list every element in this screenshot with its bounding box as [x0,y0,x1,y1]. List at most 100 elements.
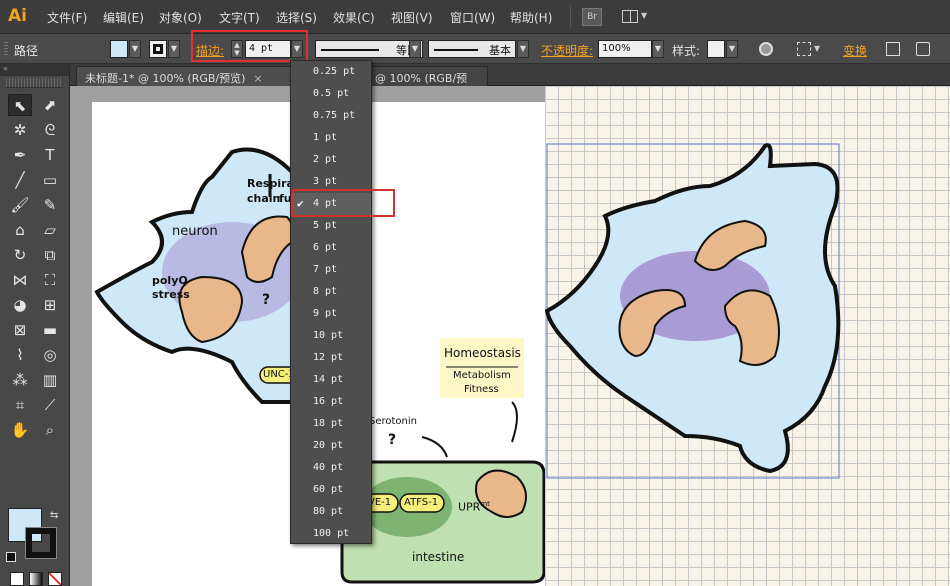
column-graph-tool-icon[interactable]: ▥ [38,369,62,391]
stroke-option-100[interactable]: 100 pt [291,523,371,545]
fill-swatch[interactable] [110,40,128,58]
close-icon[interactable]: × [253,72,262,85]
pixel-grid-view[interactable] [544,86,950,586]
swap-colors-icon[interactable]: ⇆ [50,510,58,521]
direct-selection-tool-icon[interactable]: ⬈ [38,94,62,116]
scale-tool-icon[interactable]: ⧉ [38,244,62,266]
symbol-sprayer-tool-icon[interactable]: ⁂ [8,369,32,391]
canvas[interactable]: Respira chain fu neuron polyQ stress UNC… [70,86,950,586]
eyedropper-tool-icon[interactable]: ⌇ [8,344,32,366]
stroke-option-0-75[interactable]: 0.75 pt [291,105,371,127]
stroke-option-8[interactable]: 8 pt [291,281,371,303]
menu-bar: Ai 文件(F) 编辑(E) 对象(O) 文字(T) 选择(S) 效果(C) 视… [0,0,950,34]
blend-tool-icon[interactable]: ◎ [38,344,62,366]
stroke-option-14[interactable]: 14 pt [291,369,371,391]
tab-second-document[interactable]: @ 100% (RGB/预览) [366,66,488,101]
style-dropdown[interactable]: ▼ [726,40,738,58]
stroke-option-0-25[interactable]: 0.25 pt [291,61,371,83]
toolbox-grip[interactable] [6,78,63,88]
opacity-label[interactable]: 不透明度: [541,42,593,59]
stroke-swatch[interactable] [149,40,167,58]
stroke-option-1[interactable]: 1 pt [291,127,371,149]
menu-edit[interactable]: 编辑(E) [103,9,144,26]
menu-file[interactable]: 文件(F) [47,9,87,26]
stroke-option-12[interactable]: 12 pt [291,347,371,369]
brush-definition[interactable]: 基本 [428,40,516,58]
line-tool-icon[interactable]: ╱ [8,169,32,191]
bridge-button[interactable]: Br [582,8,602,26]
stroke-option-5[interactable]: 5 pt [291,215,371,237]
layout-icon [622,10,638,23]
line-preview [321,49,379,51]
magic-wand-tool-icon[interactable]: ✲ [8,119,32,141]
menu-type[interactable]: 文字(T) [219,9,260,26]
stroke-option-16[interactable]: 16 pt [291,391,371,413]
mesh-tool-icon[interactable]: ⊠ [8,319,32,341]
arrow-up [511,401,518,443]
menu-help[interactable]: 帮助(H) [510,9,552,26]
stroke-option-0-5[interactable]: 0.5 pt [291,83,371,105]
type-tool-icon[interactable]: T [38,144,62,166]
stroke-option-20[interactable]: 20 pt [291,435,371,457]
pen-tool-icon[interactable]: ✒ [8,144,32,166]
rotate-tool-icon[interactable]: ↻ [8,244,32,266]
app-logo: Ai [8,6,27,26]
free-transform-tool-icon[interactable]: ⛶ [38,269,62,291]
eraser-tool-icon[interactable]: ▱ [38,219,62,241]
recolor-icon[interactable] [759,42,773,56]
zoom-tool-icon[interactable]: ⌕ [38,419,62,441]
graphic-style-swatch[interactable] [707,40,725,58]
perspective-grid-tool-icon[interactable]: ⊞ [38,294,62,316]
opacity-dropdown[interactable]: ▼ [652,40,664,58]
stroke-option-40[interactable]: 40 pt [291,457,371,479]
gradient-tool-icon[interactable]: ▬ [38,319,62,341]
tab-untitled-1[interactable]: 未标题-1* @ 100% (RGB/预览) × [76,66,298,86]
menu-object[interactable]: 对象(O) [159,9,202,26]
hand-tool-icon[interactable]: ✋ [8,419,32,441]
shape-builder-tool-icon[interactable]: ◕ [8,294,32,316]
menu-window[interactable]: 窗口(W) [450,9,495,26]
stroke-option-60[interactable]: 60 pt [291,479,371,501]
panel-menu-icon[interactable] [916,42,930,56]
stroke-option-7[interactable]: 7 pt [291,259,371,281]
width-tool-icon[interactable]: ⋈ [8,269,32,291]
profile-dropdown[interactable]: ▼ [409,40,421,58]
neuron-text: neuron [172,224,218,239]
menu-effect[interactable]: 效果(C) [333,9,375,26]
none-mode-button[interactable] [48,572,62,586]
stroke-option-80[interactable]: 80 pt [291,501,371,523]
rectangle-tool-icon[interactable]: ▭ [38,169,62,191]
stroke-option-9[interactable]: 9 pt [291,303,371,325]
color-mode-button[interactable] [10,572,24,586]
stroke-color-dropdown[interactable]: ▼ [168,40,180,58]
arrange-documents-button[interactable]: ▼ [620,8,650,26]
default-colors-icon[interactable] [6,552,16,562]
opacity-field[interactable]: 100% [598,40,652,58]
stroke-option-2[interactable]: 2 pt [291,149,371,171]
pencil-tool-icon[interactable]: ✎ [38,194,62,216]
stress-text: stress [152,288,190,301]
isolate-icon[interactable] [886,42,900,56]
polyq-text: polyQ [152,274,188,287]
stroke-option-10[interactable]: 10 pt [291,325,371,347]
brush-label: 基本 [489,44,511,57]
paintbrush-tool-icon[interactable]: 🖌 [8,194,32,216]
arrow-down [421,436,448,458]
slice-tool-icon[interactable]: ⟋ [38,394,62,416]
variable-width-profile[interactable]: 等比 [315,40,423,58]
stroke-color-box[interactable] [25,527,57,559]
gradient-mode-button[interactable] [29,572,43,586]
blob-brush-tool-icon[interactable]: ⌂ [8,219,32,241]
transform-link[interactable]: 变换 [843,42,867,59]
menu-select[interactable]: 选择(S) [276,9,317,26]
toolbox-collapse[interactable]: « [0,64,69,76]
stroke-option-6[interactable]: 6 pt [291,237,371,259]
selection-tool-icon[interactable]: ⬉ [8,94,32,116]
align-icon[interactable] [797,42,811,56]
menu-view[interactable]: 视图(V) [391,9,433,26]
lasso-tool-icon[interactable]: ᘓ [38,119,62,141]
stroke-option-18[interactable]: 18 pt [291,413,371,435]
brush-dropdown[interactable]: ▼ [517,40,529,58]
artboard-tool-icon[interactable]: ⌗ [8,394,32,416]
fill-dropdown[interactable]: ▼ [129,40,141,58]
